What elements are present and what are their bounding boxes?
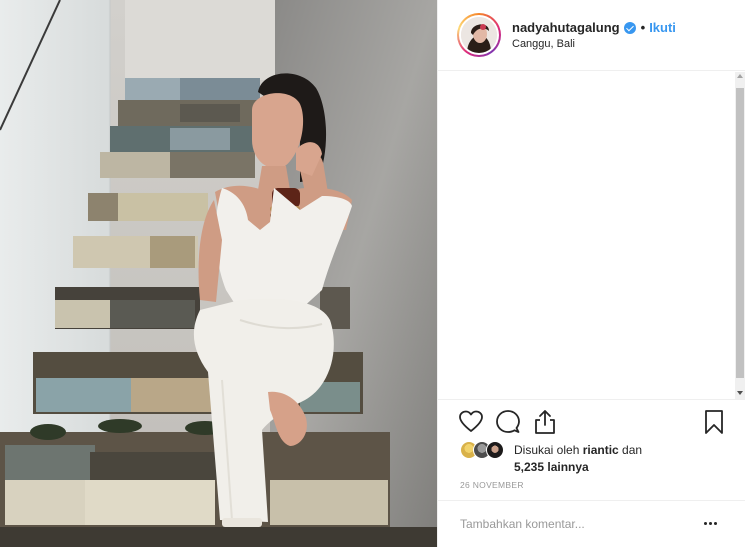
save-button[interactable] [701,409,727,435]
bookmark-icon [705,410,723,434]
follow-button[interactable]: Ikuti [649,20,676,35]
like-button[interactable] [458,409,484,435]
scroll-up-arrow-icon[interactable] [737,74,743,78]
share-icon [535,410,555,434]
more-dot [704,521,707,525]
liker-avatars[interactable] [460,441,512,461]
comments-list[interactable] [438,72,738,398]
comment-input[interactable] [460,515,690,533]
avatar-image [461,17,497,53]
more-options-icon[interactable] [704,516,722,530]
separator-dot: • [640,20,646,35]
post-photo[interactable] [0,0,437,547]
comment-bubble-icon [496,410,520,433]
heart-icon [459,410,483,432]
share-button[interactable] [532,409,558,435]
verified-badge-icon [623,21,636,34]
likes-section: Disukai oleh riantic dan 5,235 lainnya [460,440,740,476]
likes-prefix: Disukai oleh [514,443,583,457]
add-comment-bar [438,500,745,547]
comment-button[interactable] [495,409,521,435]
avatar[interactable] [461,17,497,53]
post-details-panel: nadyahutagalung • Ikuti Canggu, Bali Dis… [437,0,745,547]
post-timestamp[interactable]: 26 NOVEMBER [460,480,524,490]
post-photo-image [0,0,437,547]
more-dot [714,521,717,525]
liker-username-link[interactable]: riantic [583,443,619,457]
post-actions [438,399,745,443]
story-ring[interactable] [457,13,501,57]
scroll-down-arrow-icon[interactable] [737,391,743,395]
location-link[interactable]: Canggu, Bali [512,38,575,50]
avatar-frame [459,15,499,55]
comments-scrollbar[interactable] [735,72,745,399]
liker-avatar[interactable] [486,441,504,459]
username-link[interactable]: nadyahutagalung [512,20,620,35]
likes-middle: dan [618,443,643,457]
username-row: nadyahutagalung • Ikuti [512,20,676,35]
scroll-thumb[interactable] [736,88,744,378]
likes-count-link[interactable]: 5,235 lainnya [514,460,589,474]
post-header: nadyahutagalung • Ikuti Canggu, Bali [438,0,745,71]
likes-summary: Disukai oleh riantic dan 5,235 lainnya [514,442,642,476]
more-dot [709,521,712,525]
